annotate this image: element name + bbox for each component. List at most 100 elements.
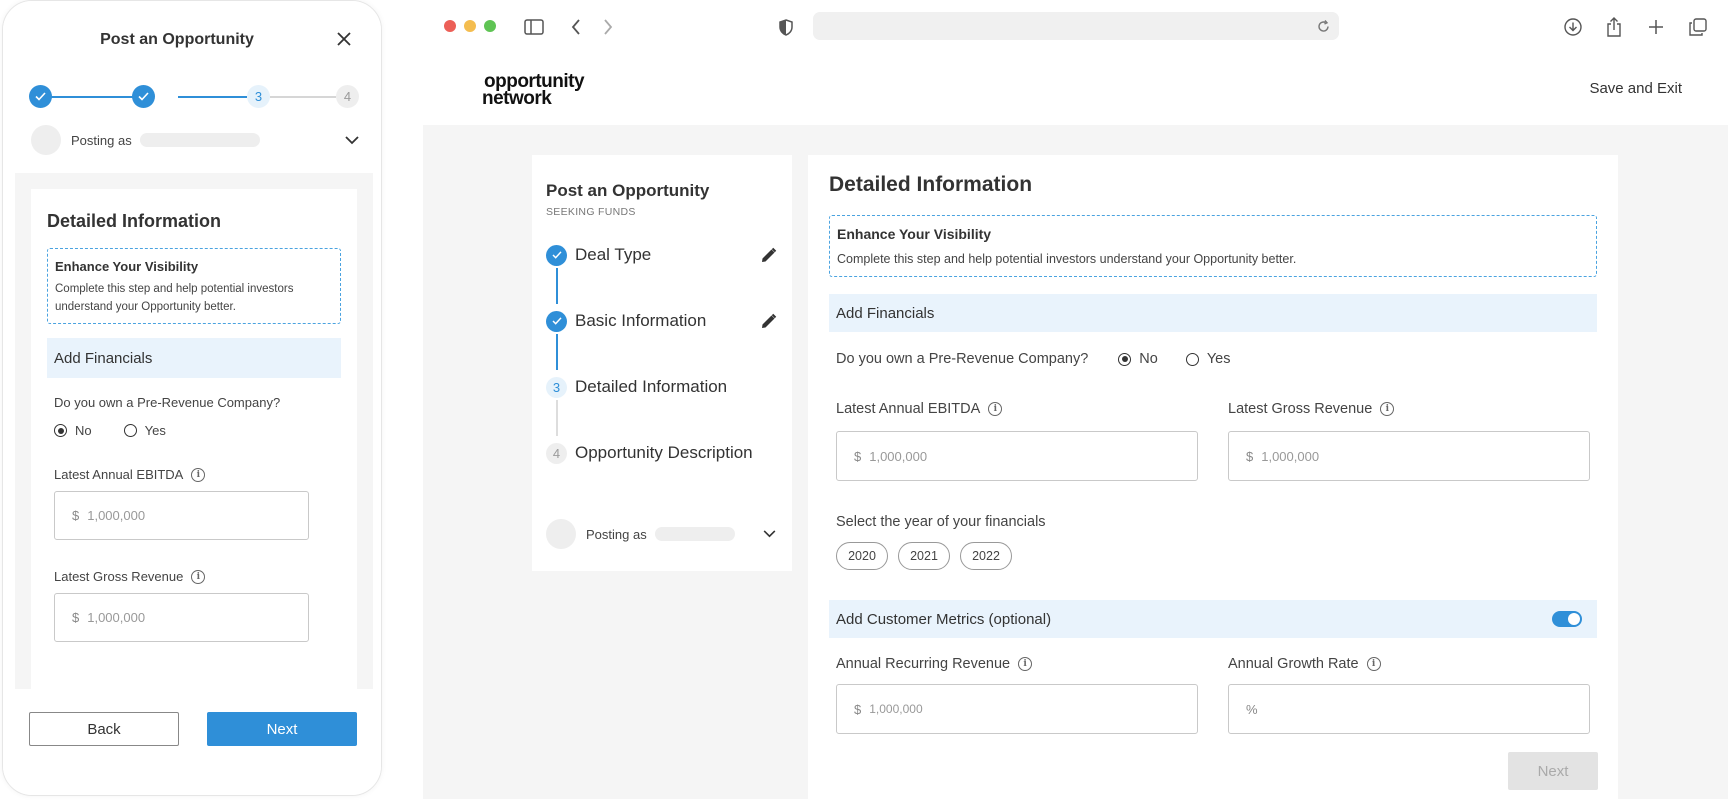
- info-icon[interactable]: i: [191, 569, 206, 584]
- radio-yes[interactable]: Yes: [123, 423, 166, 438]
- reload-icon[interactable]: [1315, 18, 1331, 34]
- info-icon[interactable]: i: [191, 467, 206, 482]
- customer-metrics-title: Add Customer Metrics (optional): [836, 610, 1052, 628]
- year-option-2022[interactable]: 2022: [960, 542, 1012, 570]
- mobile-header: Post an Opportunity 3 4 Posting as: [3, 1, 381, 173]
- avatar: [546, 519, 576, 549]
- forward-arrow-icon[interactable]: [597, 16, 619, 38]
- revenue-label-text: Latest Gross Revenue: [1228, 401, 1373, 417]
- visibility-title: Enhance Your Visibility: [55, 259, 199, 274]
- step-label: Opportunity Description: [575, 443, 753, 462]
- year-option-2021[interactable]: 2021: [898, 542, 950, 570]
- radio-no-label: No: [75, 423, 92, 438]
- ebitda-label-text: Latest Annual EBITDA: [836, 401, 981, 417]
- info-icon[interactable]: i: [1018, 657, 1033, 671]
- percent-symbol: %: [1246, 701, 1258, 717]
- currency-symbol: $: [72, 508, 80, 523]
- step-label: Detailed Information: [575, 377, 728, 396]
- posting-as-label: Posting as: [71, 132, 132, 148]
- back-arrow-icon[interactable]: [565, 16, 587, 38]
- shield-icon[interactable]: [775, 16, 797, 38]
- chevron-down-icon[interactable]: [760, 525, 778, 543]
- maximize-window-button[interactable]: [484, 20, 496, 32]
- currency-symbol: $: [1246, 448, 1254, 464]
- sidebar-step-detailed-information[interactable]: 3 Detailed Information: [546, 375, 778, 399]
- new-tab-icon[interactable]: [1645, 16, 1667, 38]
- customer-metrics-toggle[interactable]: [1552, 611, 1582, 627]
- growth-rate-label: Annual Growth Rate i: [1228, 656, 1381, 672]
- close-icon[interactable]: [333, 29, 355, 51]
- mobile-preview: Post an Opportunity 3 4 Posting as Detai…: [2, 0, 382, 796]
- sidebar-step-deal-type[interactable]: Deal Type: [546, 243, 778, 267]
- radio-no-circle[interactable]: [1118, 352, 1132, 366]
- sidebar-title: Post an Opportunity: [546, 181, 710, 200]
- next-button[interactable]: Next: [207, 712, 357, 746]
- minimize-window-button[interactable]: [464, 20, 476, 32]
- posting-as-selector[interactable]: Posting as: [546, 519, 778, 549]
- section-title: Detailed Information: [47, 211, 222, 231]
- check-icon: [546, 310, 567, 332]
- step-number: 3: [546, 376, 567, 398]
- share-icon[interactable]: [1603, 16, 1625, 38]
- sidebar-toggle-icon[interactable]: [523, 16, 545, 38]
- back-button[interactable]: Back: [29, 712, 179, 746]
- stepper-step-4: 4: [336, 85, 359, 108]
- radio-yes-circle[interactable]: [1185, 352, 1199, 366]
- save-and-exit-link[interactable]: Save and Exit: [1589, 80, 1682, 97]
- mobile-footer: Back Next: [3, 689, 381, 795]
- revenue-input[interactable]: $ 1,000,000: [54, 593, 309, 642]
- edit-pencil-icon[interactable]: [758, 311, 778, 331]
- radio-yes-label: Yes: [1206, 351, 1231, 367]
- tab-overview-icon[interactable]: [1687, 16, 1709, 38]
- radio-no[interactable]: No: [1118, 351, 1158, 367]
- revenue-label-text: Latest Gross Revenue: [54, 569, 184, 584]
- step-connector: [556, 334, 558, 370]
- visibility-text: Complete this step and help potential in…: [837, 252, 1297, 266]
- next-button[interactable]: Next: [1508, 752, 1598, 790]
- chevron-down-icon[interactable]: [343, 131, 361, 149]
- opportunity-network-logo[interactable]: opportunity network: [482, 72, 585, 109]
- year-option-2020[interactable]: 2020: [836, 542, 888, 570]
- step-connector: [556, 268, 558, 304]
- step-label: Basic Information: [575, 311, 707, 330]
- logo-line-2: network: [482, 88, 552, 109]
- radio-no-circle[interactable]: [54, 424, 67, 437]
- ebitda-label: Latest Annual EBITDA i: [47, 467, 341, 482]
- radio-yes-circle[interactable]: [123, 424, 137, 437]
- step-label: Deal Type: [575, 245, 652, 264]
- stepper-line: [51, 96, 133, 98]
- info-icon[interactable]: i: [988, 402, 1003, 416]
- edit-pencil-icon[interactable]: [758, 245, 778, 265]
- arr-input[interactable]: $ 1,000,000: [836, 684, 1198, 734]
- add-financials-header: Add Financials: [829, 294, 1597, 332]
- arr-placeholder: 1,000,000: [869, 702, 923, 716]
- financial-year-label: Select the year of your financials: [836, 514, 1046, 530]
- close-window-button[interactable]: [444, 20, 456, 32]
- radio-yes[interactable]: Yes: [1185, 351, 1231, 367]
- radio-no[interactable]: No: [54, 423, 92, 438]
- financial-year-options: 2020 2021 2022: [836, 542, 1022, 570]
- posting-as-selector[interactable]: Posting as: [31, 125, 361, 155]
- sidebar-step-opportunity-description[interactable]: 4 Opportunity Description: [546, 441, 778, 465]
- ebitda-placeholder: 1,000,000: [869, 448, 928, 464]
- download-icon[interactable]: [1562, 16, 1584, 38]
- ebitda-input[interactable]: $ 1,000,000: [54, 491, 309, 540]
- visibility-notice: Enhance Your Visibility Complete this st…: [829, 215, 1597, 277]
- address-bar[interactable]: [813, 12, 1339, 40]
- browser-window: opportunity network Save and Exit Post a…: [423, 0, 1728, 805]
- arr-label-text: Annual Recurring Revenue: [836, 656, 1011, 672]
- radio-no-label: No: [1139, 351, 1158, 367]
- pre-revenue-question: Do you own a Pre-Revenue Company?: [836, 351, 1089, 367]
- sidebar-step-basic-information[interactable]: Basic Information: [546, 309, 778, 333]
- add-financials-header: Add Financials: [47, 338, 341, 378]
- step-sidebar: Post an Opportunity SEEKING FUNDS Deal T…: [532, 155, 792, 571]
- pre-revenue-question-row: Do you own a Pre-Revenue Company? No Yes: [836, 349, 1230, 369]
- stepper-line: [178, 96, 247, 98]
- revenue-input[interactable]: $ 1,000,000: [1228, 431, 1590, 481]
- growth-rate-input[interactable]: %: [1228, 684, 1590, 734]
- ebitda-input[interactable]: $ 1,000,000: [836, 431, 1198, 481]
- info-icon[interactable]: i: [1366, 657, 1381, 671]
- currency-symbol: $: [854, 701, 862, 717]
- mobile-scroll-area[interactable]: Detailed Information Enhance Your Visibi…: [15, 173, 373, 689]
- info-icon[interactable]: i: [1380, 402, 1395, 416]
